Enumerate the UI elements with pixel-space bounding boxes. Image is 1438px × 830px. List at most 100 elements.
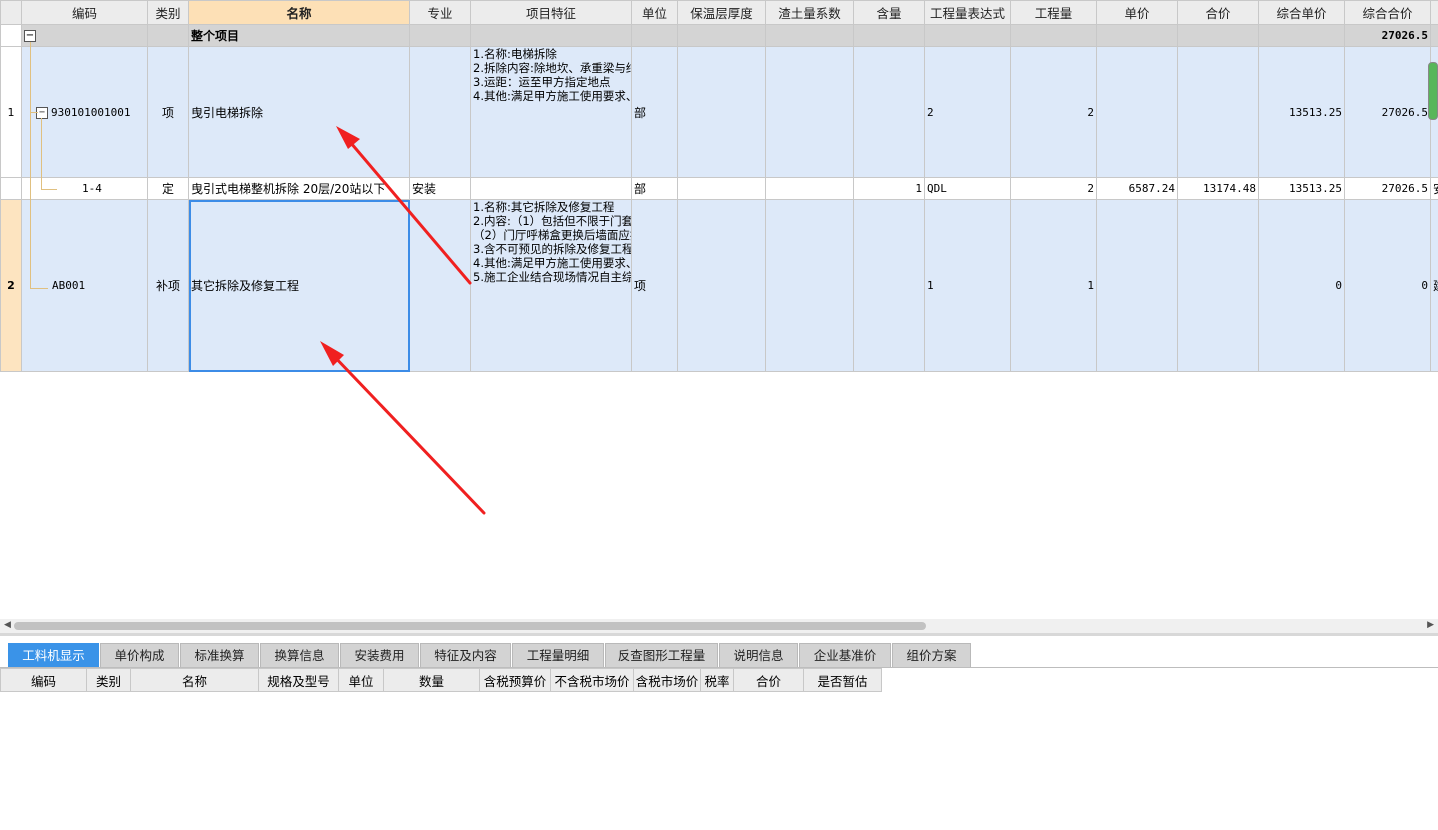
item-total[interactable]: 0 <box>1344 199 1431 372</box>
sub-col-unit[interactable]: 单位 <box>338 668 384 692</box>
item-amount[interactable] <box>1177 199 1259 372</box>
sub-col-market-price-tax[interactable]: 含税市场价 <box>633 668 701 692</box>
tree-toggle-cell[interactable]: − <box>21 24 148 47</box>
item-qty[interactable]: 1 <box>1010 199 1097 372</box>
sub-col-market-price-notax[interactable]: 不含税市场价 <box>550 668 634 692</box>
item-unit-total[interactable]: 13513.25 <box>1258 46 1345 178</box>
sub-col-code[interactable]: 编码 <box>0 668 87 692</box>
scrollbar-thumb[interactable] <box>14 622 926 630</box>
scroll-left-icon[interactable]: ◀ <box>4 620 11 630</box>
feature-line: 2.内容:（1）包括但不限于门套、厅门、打洞、剔槽等 <box>473 214 632 228</box>
item-type[interactable]: 定 <box>147 177 189 200</box>
row-number[interactable] <box>0 177 22 200</box>
item-qty-expr[interactable]: QDL <box>924 177 1011 200</box>
collapse-icon[interactable]: − <box>24 30 36 42</box>
item-unit[interactable]: 部 <box>631 46 678 178</box>
item-name[interactable]: 其它拆除及修复工程 <box>188 199 410 372</box>
item-unit-total[interactable]: 13513.25 <box>1258 177 1345 200</box>
item-extra[interactable]: 建 <box>1430 199 1438 372</box>
sub-col-amount[interactable]: 合价 <box>733 668 804 692</box>
item-major[interactable] <box>409 46 471 178</box>
sub-col-provisional[interactable]: 是否暂估 <box>803 668 882 692</box>
item-price[interactable]: 6587.24 <box>1096 177 1178 200</box>
col-header-unit-total[interactable]: 综合单价 <box>1258 0 1345 25</box>
col-header-name[interactable]: 名称 <box>188 0 410 25</box>
table-row[interactable]: 1-4 定 曳引式电梯整机拆除 20层/20站以下 安装 部 1 QDL 2 6… <box>0 177 1438 200</box>
table-row[interactable]: 1 −930101001001 项 曳引电梯拆除 1.名称:电梯拆除 2.拆除内… <box>0 46 1438 178</box>
item-amount[interactable] <box>1177 46 1259 178</box>
item-price[interactable] <box>1096 46 1178 178</box>
sub-col-tax-rate[interactable]: 税率 <box>700 668 734 692</box>
tab-unit-price-composition[interactable]: 单价构成 <box>100 643 179 668</box>
item-major[interactable] <box>409 199 471 372</box>
scroll-right-icon[interactable]: ▶ <box>1427 620 1434 630</box>
col-header-insulation[interactable]: 保温层厚度 <box>677 0 766 25</box>
item-unit[interactable]: 部 <box>631 177 678 200</box>
item-total[interactable]: 27026.5 <box>1344 177 1431 200</box>
feature-line: 2.拆除内容:除地坎、承重梁与结构相关联机械部件外所有设备、附件等所有内容（导轨… <box>473 61 631 75</box>
item-amount[interactable]: 13174.48 <box>1177 177 1259 200</box>
project-name[interactable]: 整个项目 <box>188 24 410 47</box>
table-row[interactable]: 2 AB001 补项 其它拆除及修复工程 1.名称:其它拆除及修复工程 2.内容… <box>0 199 1438 372</box>
item-type[interactable]: 项 <box>147 46 189 178</box>
item-content[interactable]: 1 <box>853 177 925 200</box>
item-name[interactable]: 曳引电梯拆除 <box>188 46 410 178</box>
sub-col-budget-price-tax[interactable]: 含税预算价 <box>479 668 551 692</box>
annotation-arrow-2 <box>328 350 486 515</box>
item-qty-expr[interactable]: 2 <box>924 46 1011 178</box>
tab-conversion-info[interactable]: 换算信息 <box>260 643 339 668</box>
corner-cell[interactable] <box>0 0 22 25</box>
item-major[interactable]: 安装 <box>409 177 471 200</box>
feature-line: 1.名称:其它拆除及修复工程 <box>473 200 615 215</box>
resource-table: 编码 类别 名称 规格及型号 单位 数量 含税预算价 不含税市场价 含税市场价 … <box>0 668 882 692</box>
item-extra[interactable]: 安 <box>1430 177 1438 200</box>
item-type[interactable]: 补项 <box>147 199 189 372</box>
item-price[interactable] <box>1096 199 1178 372</box>
col-header-code[interactable]: 编码 <box>21 0 148 25</box>
tab-standard-conversion[interactable]: 标准换算 <box>180 643 259 668</box>
item-qty[interactable]: 2 <box>1010 46 1097 178</box>
item-name[interactable]: 曳引式电梯整机拆除 20层/20站以下 <box>188 177 410 200</box>
sub-col-spec[interactable]: 规格及型号 <box>258 668 339 692</box>
col-header-features[interactable]: 项目特征 <box>470 0 632 25</box>
tab-description-info[interactable]: 说明信息 <box>719 643 798 668</box>
row-number[interactable]: 2 <box>0 199 22 372</box>
sub-col-type[interactable]: 类别 <box>86 668 131 692</box>
col-header-content[interactable]: 含量 <box>853 0 925 25</box>
item-features[interactable]: 1.名称:电梯拆除 2.拆除内容:除地坎、承重梁与结构相关联机械部件外所有设备、… <box>470 46 632 178</box>
item-code[interactable]: AB001 <box>21 199 148 372</box>
col-header-type[interactable]: 类别 <box>147 0 189 25</box>
vertical-scrollbar-thumb[interactable] <box>1428 62 1438 120</box>
pane-splitter[interactable] <box>0 633 1438 636</box>
row-number[interactable]: 1 <box>0 46 22 178</box>
sub-col-name[interactable]: 名称 <box>130 668 259 692</box>
item-unit[interactable]: 项 <box>631 199 678 372</box>
table-row-total[interactable]: − 整个项目 27026.5 <box>0 24 1438 47</box>
col-header-price[interactable]: 单价 <box>1096 0 1178 25</box>
col-header-total[interactable]: 综合合价 <box>1344 0 1431 25</box>
item-grid: 编码 类别 名称 专业 项目特征 单位 保温层厚度 渣土量系数 含量 工程量表达… <box>0 0 1438 374</box>
item-features[interactable]: 1.名称:其它拆除及修复工程 2.内容:（1）包括但不限于门套、厅门、打洞、剔槽… <box>470 199 632 372</box>
tab-labor-material-machine[interactable]: 工料机显示 <box>8 643 99 668</box>
item-qty[interactable]: 2 <box>1010 177 1097 200</box>
tab-features-content[interactable]: 特征及内容 <box>420 643 511 668</box>
tab-quantity-detail[interactable]: 工程量明细 <box>512 643 604 668</box>
item-total[interactable]: 27026.5 <box>1344 46 1431 178</box>
col-header-soil-coef[interactable]: 渣土量系数 <box>765 0 854 25</box>
col-header-qty[interactable]: 工程量 <box>1010 0 1097 25</box>
tab-enterprise-base-price[interactable]: 企业基准价 <box>799 643 891 668</box>
row-number <box>0 24 22 47</box>
col-header-qty-expr[interactable]: 工程量表达式 <box>924 0 1011 25</box>
horizontal-scrollbar[interactable]: ◀ ▶ <box>0 619 1438 633</box>
col-header-unit[interactable]: 单位 <box>631 0 678 25</box>
col-header-extra[interactable] <box>1430 0 1438 25</box>
tab-installation-cost[interactable]: 安装费用 <box>340 643 419 668</box>
sub-col-qty[interactable]: 数量 <box>383 668 480 692</box>
item-unit-total[interactable]: 0 <box>1258 199 1345 372</box>
item-qty-expr[interactable]: 1 <box>924 199 1011 372</box>
project-total[interactable]: 27026.5 <box>1344 24 1431 47</box>
tab-pricing-plan[interactable]: 组价方案 <box>892 643 971 668</box>
col-header-amount[interactable]: 合价 <box>1177 0 1259 25</box>
tab-reverse-graphic-quantity[interactable]: 反查图形工程量 <box>605 643 718 668</box>
col-header-major[interactable]: 专业 <box>409 0 471 25</box>
